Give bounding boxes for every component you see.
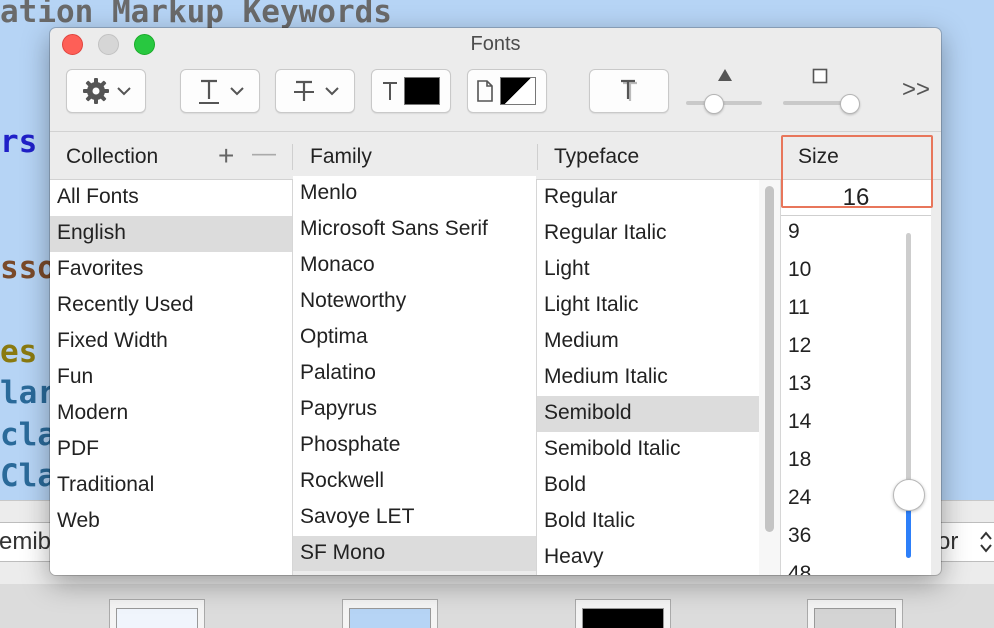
fonts-panel: Fonts >> Collection + — Family Typeface … [50,28,941,575]
gear-icon [81,76,111,106]
list-item[interactable]: 14 [781,406,891,444]
background-swatch[interactable] [342,599,438,628]
background-swatch[interactable] [575,599,671,628]
list-item[interactable]: Fixed Width [50,324,292,360]
list-item[interactable]: Regular [537,180,759,216]
background-font-field[interactable]: emibo [0,522,64,562]
text-shadow-button[interactable] [589,69,669,113]
square-icon [812,68,828,89]
typeface-list[interactable]: Regular Regular Italic Light Light Itali… [537,180,759,575]
list-item[interactable]: Fun [50,360,292,396]
list-item[interactable]: Traditional [50,468,292,504]
list-item[interactable]: Palatino [293,356,536,392]
list-item[interactable]: Rockwell [293,464,536,500]
chevron-down-icon [230,86,244,96]
list-item[interactable]: 10 [781,254,891,292]
bg-code-line: Cla [0,458,56,494]
list-item[interactable]: Heavy [537,540,759,575]
list-item[interactable]: 11 [781,292,891,330]
bg-code-line: cla [0,417,56,453]
list-item[interactable]: All Fonts [50,180,292,216]
list-item[interactable]: English [50,216,292,252]
list-item[interactable]: Modern [50,396,292,432]
document-color-button[interactable] [467,69,547,113]
list-item[interactable]: Noteworthy [293,284,536,320]
list-item[interactable]: Regular Italic [537,216,759,252]
list-item[interactable]: Microsoft Sans Serif [293,212,536,248]
list-item[interactable]: Medium Italic [537,360,759,396]
chevron-down-icon [325,86,339,96]
typeface-scrollbar[interactable] [765,186,774,532]
shadow-blur-slider[interactable] [840,94,860,114]
list-item[interactable]: 24 [781,482,891,520]
bg-code-line: es [0,334,38,370]
background-swatch[interactable] [109,599,205,628]
background-swatch[interactable] [807,599,903,628]
shadow-opacity-track[interactable] [686,101,762,105]
list-item[interactable]: Monaco [293,248,536,284]
list-item[interactable]: 18 [781,444,891,482]
list-item[interactable]: Papyrus [293,392,536,428]
window-title: Fonts [470,33,521,55]
list-item[interactable]: 48 [781,558,891,575]
list-item[interactable]: Bold [537,468,759,504]
action-menu-button[interactable] [66,69,146,113]
list-item[interactable]: PDF [50,432,292,468]
collection-list[interactable]: All Fonts English Favorites Recently Use… [50,180,292,575]
list-item[interactable]: Favorites [50,252,292,288]
popup-arrows-icon [979,529,993,567]
chevron-down-icon [117,86,131,96]
list-item[interactable]: Semibold Italic [537,432,759,468]
list-item[interactable]: Light [537,252,759,288]
remove-collection-button[interactable]: — [252,140,276,168]
bg-code-line: rs [0,124,38,160]
strikethrough-icon [291,76,317,106]
list-item[interactable]: SF Mono [293,536,536,571]
bg-code-line: lar [0,375,56,411]
text-color-icon [380,79,400,103]
list-item[interactable]: Optima [293,320,536,356]
list-item[interactable]: 36 [781,520,891,558]
text-color-button[interactable] [371,69,451,113]
list-item[interactable]: 9 [781,216,891,254]
bg-code-line: sso [0,250,56,286]
typeface-header: Typeface [554,145,640,168]
add-collection-button[interactable]: + [218,140,234,172]
strikethrough-menu-button[interactable] [275,69,355,113]
underline-icon [196,76,222,106]
header-divider [292,144,293,170]
document-color-swatch [500,77,536,105]
header-divider [537,144,538,170]
collection-header: Collection [66,145,159,168]
text-color-swatch [404,77,440,105]
list-item[interactable]: Semibold [537,396,759,432]
text-shadow-icon [617,78,641,104]
list-item[interactable]: Savoye LET [293,500,536,536]
shadow-opacity-slider[interactable] [704,94,724,114]
size-list[interactable]: 9 10 11 12 13 14 18 24 36 48 [781,216,891,575]
triangle-up-icon [717,68,733,87]
list-item[interactable]: Bold Italic [537,504,759,540]
underline-menu-button[interactable] [180,69,260,113]
list-item[interactable]: Phosphate [293,428,536,464]
list-item[interactable]: Recently Used [50,288,292,324]
list-item[interactable]: 13 [781,368,891,406]
bg-code-line: ation Markup Keywords [0,0,392,30]
family-list[interactable]: Menlo Microsoft Sans Serif Monaco Notewo… [293,176,536,571]
family-header: Family [310,145,372,168]
list-item[interactable]: Menlo [293,176,536,212]
document-icon [476,79,494,103]
toolbar-overflow-button[interactable]: >> [902,76,930,104]
size-slider[interactable] [893,479,925,511]
list-item[interactable]: Web [50,504,292,540]
title-bar: Fonts [50,28,941,60]
list-item[interactable]: Medium [537,324,759,360]
list-item[interactable]: 12 [781,330,891,368]
size-highlight [781,135,933,208]
list-item[interactable]: Light Italic [537,288,759,324]
